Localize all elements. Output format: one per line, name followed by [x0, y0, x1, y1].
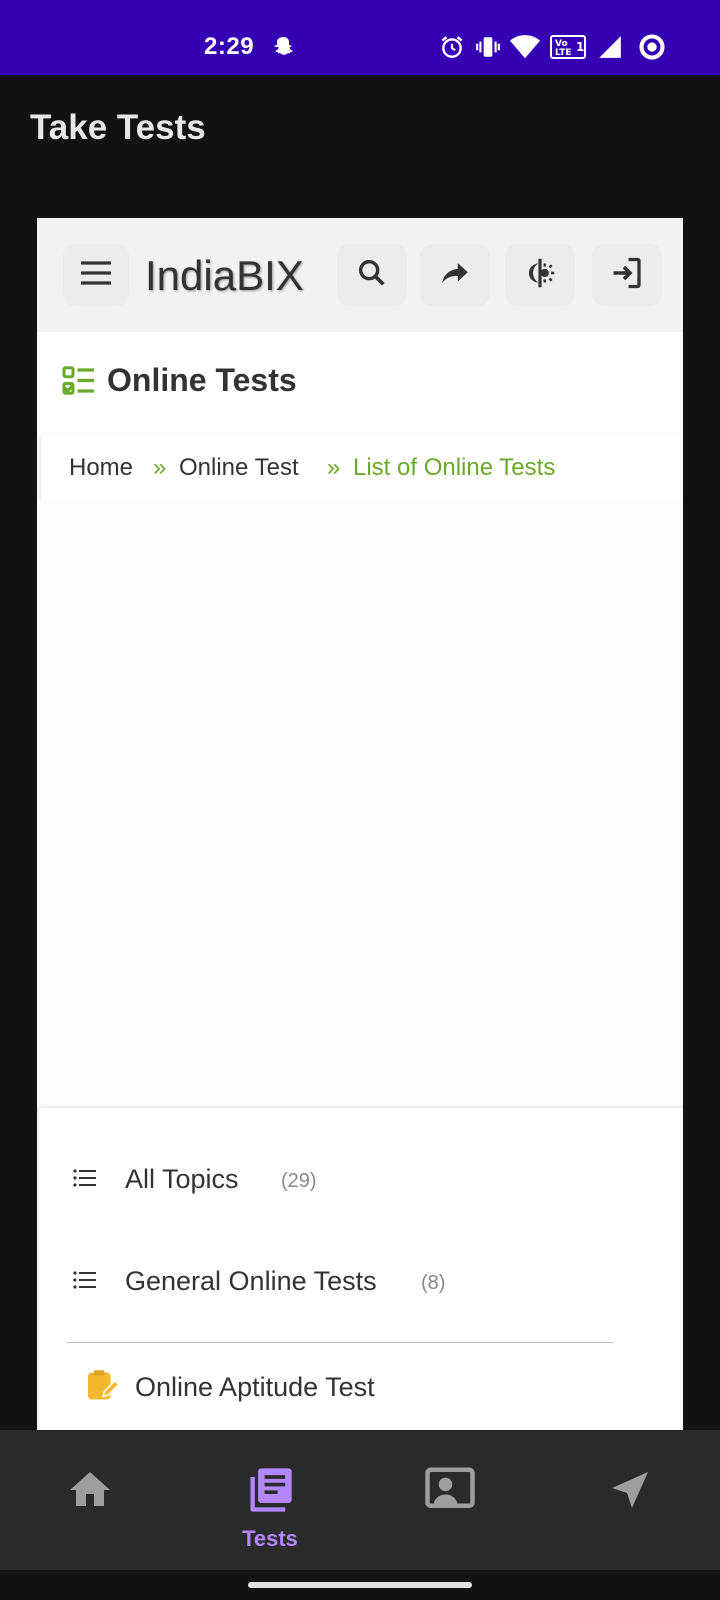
status-bar: 2:29 Vo LTE 1	[0, 0, 720, 75]
topic-item-all-topics[interactable]: All Topics (29)	[39, 1148, 683, 1208]
search-icon	[355, 256, 389, 295]
nav-profile[interactable]	[360, 1430, 540, 1570]
breadcrumb-online-test[interactable]: Online Test	[179, 454, 299, 482]
search-button[interactable]	[337, 244, 407, 306]
share-icon	[438, 256, 472, 295]
home-icon	[62, 1462, 118, 1518]
list-icon	[73, 1168, 97, 1188]
site-brand[interactable]: IndiaBIX	[145, 252, 304, 300]
breadcrumb-separator: »	[153, 454, 167, 481]
list-icon	[73, 1270, 97, 1290]
menu-icon	[79, 260, 113, 291]
bottom-navigation: Tests	[0, 1430, 720, 1570]
login-icon	[609, 255, 645, 296]
share-button[interactable]	[420, 244, 490, 306]
list-check-icon	[61, 364, 97, 400]
topic-count: (8)	[421, 1272, 446, 1294]
theme-toggle-button[interactable]	[505, 244, 575, 306]
volte-icon: Vo LTE 1	[550, 33, 586, 61]
alarm-icon	[438, 33, 466, 61]
login-button[interactable]	[592, 244, 662, 306]
nav-home[interactable]	[0, 1430, 180, 1570]
svg-text:1: 1	[576, 40, 584, 54]
theme-toggle-icon	[521, 254, 559, 297]
status-time: 2:29	[204, 33, 255, 60]
section-header: Online Tests	[37, 332, 683, 432]
page-title: Online Tests	[107, 362, 297, 398]
profile-card-icon	[422, 1462, 478, 1518]
circle-icon	[638, 33, 666, 61]
topic-label: All Topics	[125, 1164, 239, 1194]
app-bar: Take Tests	[0, 75, 720, 215]
nav-tests-label: Tests	[242, 1526, 298, 1551]
topic-count: (29)	[281, 1170, 317, 1192]
topic-label: General Online Tests	[125, 1266, 377, 1296]
topic-item-general-online-tests[interactable]: General Online Tests (8)	[39, 1250, 683, 1310]
breadcrumb-separator: »	[327, 454, 341, 481]
svg-text:LTE: LTE	[555, 48, 572, 58]
app-title: Take Tests	[30, 108, 206, 147]
tests-icon	[242, 1462, 298, 1518]
wifi-icon	[509, 33, 541, 61]
site-header: IndiaBIX	[37, 218, 683, 332]
nav-tests[interactable]: Tests	[180, 1430, 360, 1570]
breadcrumb-home[interactable]: Home	[69, 454, 133, 482]
breadcrumb-current: List of Online Tests	[353, 454, 556, 481]
pencil-clipboard-icon	[85, 1368, 121, 1404]
sub-item-label: Online Aptitude Test	[135, 1372, 375, 1402]
webview[interactable]: IndiaBIX Online Tests Home » Online Test…	[37, 218, 683, 1430]
sub-item-online-aptitude-test[interactable]: Online Aptitude Test	[85, 1364, 585, 1408]
signal-icon	[596, 33, 624, 61]
snapchat-icon	[270, 33, 298, 61]
gesture-handle[interactable]	[248, 1582, 472, 1588]
divider	[67, 1342, 613, 1343]
nav-send[interactable]	[540, 1430, 720, 1570]
send-icon	[602, 1462, 658, 1518]
breadcrumb: Home » Online Test » List of Online Test…	[41, 434, 683, 500]
menu-button[interactable]	[63, 244, 129, 306]
vibrate-icon	[474, 33, 502, 61]
gesture-navigation-area	[0, 1570, 720, 1600]
